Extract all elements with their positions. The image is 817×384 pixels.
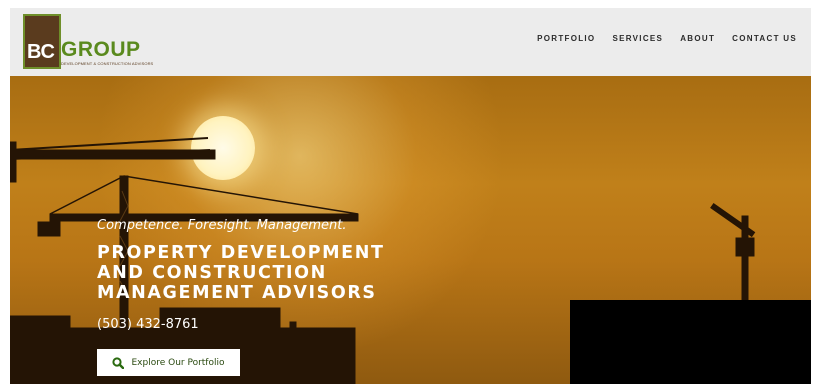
- page-frame: BC GROUP DEVELOPMENT & CONSTRUCTION ADVI…: [10, 8, 811, 384]
- logo-mark-box: BC: [23, 14, 61, 69]
- hero-tagline: Competence. Foresight. Management.: [97, 218, 347, 233]
- headline-line: PROPERTY DEVELOPMENT: [97, 243, 385, 263]
- hero-banner: Competence. Foresight. Management. PROPE…: [10, 76, 811, 384]
- explore-portfolio-label: Explore Our Portfolio: [131, 357, 225, 368]
- logo[interactable]: BC GROUP DEVELOPMENT & CONSTRUCTION ADVI…: [23, 14, 173, 69]
- logo-mark: BC: [27, 41, 55, 63]
- search-icon: [112, 356, 125, 369]
- headline-line: AND CONSTRUCTION: [97, 263, 327, 283]
- headline-line: MANAGEMENT ADVISORS: [97, 283, 377, 303]
- nav-item-about[interactable]: ABOUT: [680, 34, 715, 43]
- nav-item-services[interactable]: SERVICES: [612, 34, 663, 43]
- main-nav: PORTFOLIO SERVICES ABOUT CONTACT US: [537, 34, 797, 43]
- explore-portfolio-button[interactable]: Explore Our Portfolio: [97, 349, 240, 376]
- nav-item-portfolio[interactable]: PORTFOLIO: [537, 34, 595, 43]
- logo-tagline: DEVELOPMENT & CONSTRUCTION ADVISORS: [61, 61, 154, 66]
- left-crane: [10, 137, 216, 183]
- logo-name: GROUP: [61, 38, 141, 61]
- right-crane: [710, 203, 756, 307]
- nav-item-contact-us[interactable]: CONTACT US: [732, 34, 797, 43]
- hero-headline: PROPERTY DEVELOPMENT AND CONSTRUCTION MA…: [97, 243, 385, 303]
- embedded-video-placeholder: [570, 300, 811, 384]
- site-header: BC GROUP DEVELOPMENT & CONSTRUCTION ADVI…: [10, 10, 811, 76]
- phone-number[interactable]: (503) 432-8761: [97, 317, 199, 332]
